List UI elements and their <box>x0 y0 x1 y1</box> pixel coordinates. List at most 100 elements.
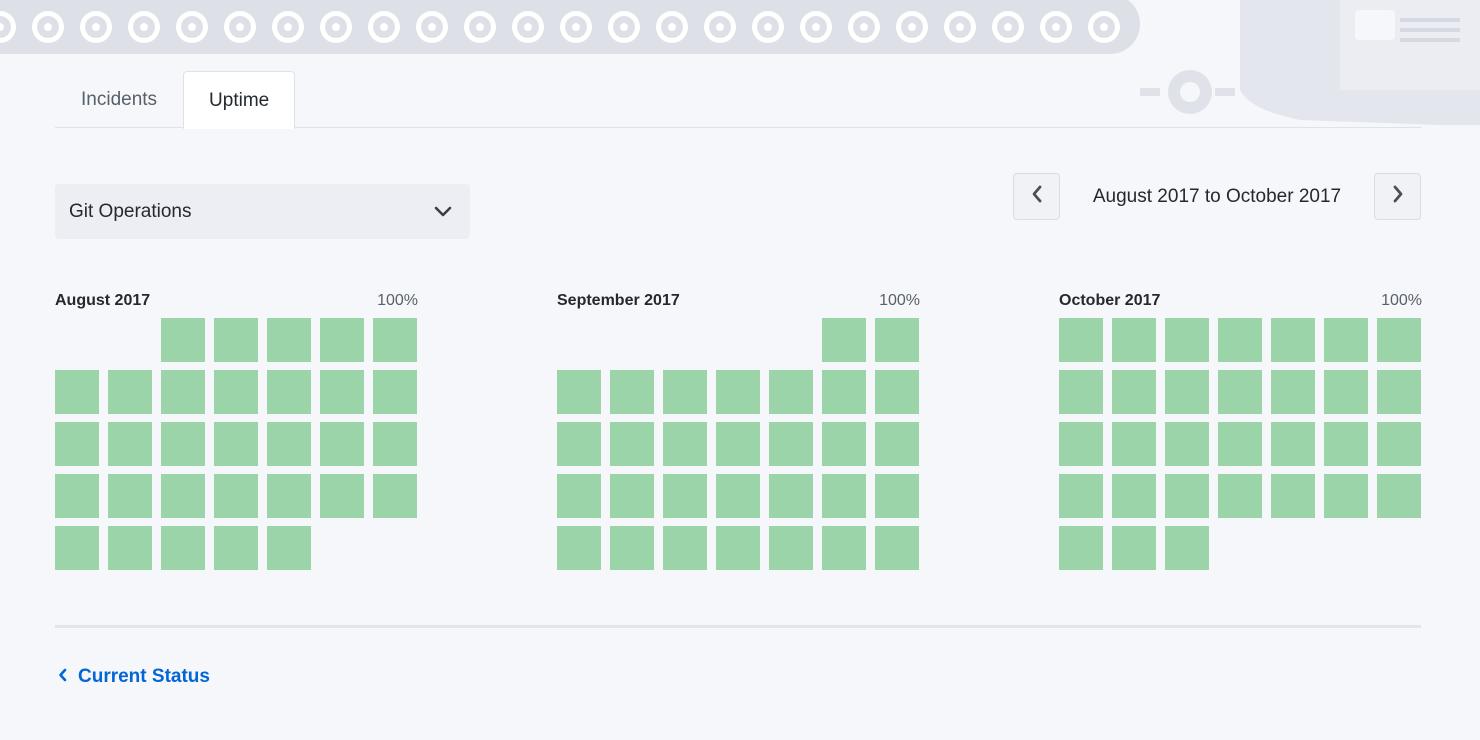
day-cell[interactable] <box>769 370 813 414</box>
day-cell[interactable] <box>373 318 417 362</box>
day-cell[interactable] <box>769 474 813 518</box>
day-cell[interactable] <box>1059 370 1103 414</box>
month-calendar-october: October 2017 100% <box>1059 290 1422 570</box>
tab-incidents[interactable]: Incidents <box>55 71 183 128</box>
day-cell[interactable] <box>1271 318 1315 362</box>
day-cell[interactable] <box>1165 370 1209 414</box>
day-cell[interactable] <box>1324 422 1368 466</box>
day-cell[interactable] <box>610 422 654 466</box>
day-cell[interactable] <box>769 422 813 466</box>
day-cell[interactable] <box>1218 422 1262 466</box>
day-cell[interactable] <box>1218 474 1262 518</box>
day-cell[interactable] <box>875 526 919 570</box>
day-cell[interactable] <box>1059 474 1103 518</box>
day-cell[interactable] <box>1218 370 1262 414</box>
day-cell[interactable] <box>55 474 99 518</box>
day-cell[interactable] <box>373 370 417 414</box>
day-cell[interactable] <box>55 422 99 466</box>
day-cell[interactable] <box>1324 370 1368 414</box>
day-cell[interactable] <box>1218 318 1262 362</box>
day-cell[interactable] <box>55 526 99 570</box>
day-cell[interactable] <box>875 422 919 466</box>
day-cell[interactable] <box>161 526 205 570</box>
day-cell[interactable] <box>1112 526 1156 570</box>
day-cell[interactable] <box>1271 370 1315 414</box>
day-cell[interactable] <box>822 474 866 518</box>
day-cell[interactable] <box>557 526 601 570</box>
day-cell[interactable] <box>1112 474 1156 518</box>
day-cell[interactable] <box>1377 318 1421 362</box>
day-cell[interactable] <box>1271 422 1315 466</box>
next-range-button[interactable] <box>1374 173 1421 220</box>
day-cell[interactable] <box>716 370 760 414</box>
day-cell[interactable] <box>161 370 205 414</box>
day-cell[interactable] <box>55 370 99 414</box>
day-cell[interactable] <box>320 422 364 466</box>
day-cell[interactable] <box>663 526 707 570</box>
day-cell[interactable] <box>373 474 417 518</box>
day-cell[interactable] <box>875 474 919 518</box>
day-cell[interactable] <box>610 526 654 570</box>
current-status-link[interactable]: Current Status <box>58 664 210 690</box>
day-cell[interactable] <box>108 370 152 414</box>
day-cell[interactable] <box>663 422 707 466</box>
day-cell[interactable] <box>108 474 152 518</box>
day-cell[interactable] <box>161 318 205 362</box>
day-cell[interactable] <box>267 370 311 414</box>
day-cell[interactable] <box>557 474 601 518</box>
day-cell[interactable] <box>1112 370 1156 414</box>
day-cell[interactable] <box>822 370 866 414</box>
day-cell[interactable] <box>214 526 258 570</box>
day-cell[interactable] <box>214 474 258 518</box>
component-select[interactable]: Git Operations <box>55 184 470 239</box>
day-cell[interactable] <box>1324 318 1368 362</box>
day-cell[interactable] <box>663 474 707 518</box>
chevron-right-icon <box>1392 185 1404 208</box>
day-cell[interactable] <box>320 474 364 518</box>
day-cell[interactable] <box>1059 422 1103 466</box>
day-cell[interactable] <box>1324 474 1368 518</box>
day-cell[interactable] <box>716 422 760 466</box>
day-cell[interactable] <box>822 318 866 362</box>
day-cell[interactable] <box>1165 474 1209 518</box>
day-cell[interactable] <box>610 370 654 414</box>
day-cell[interactable] <box>610 474 654 518</box>
day-cell[interactable] <box>1271 474 1315 518</box>
day-cell[interactable] <box>822 422 866 466</box>
previous-range-button[interactable] <box>1013 173 1060 220</box>
day-cell[interactable] <box>1377 474 1421 518</box>
day-cell[interactable] <box>557 370 601 414</box>
day-cell[interactable] <box>716 526 760 570</box>
day-cell[interactable] <box>1059 526 1103 570</box>
day-cell[interactable] <box>875 370 919 414</box>
day-cell[interactable] <box>161 422 205 466</box>
day-cell[interactable] <box>267 422 311 466</box>
day-cell[interactable] <box>320 318 364 362</box>
day-cell[interactable] <box>214 370 258 414</box>
day-cell[interactable] <box>267 318 311 362</box>
day-cell[interactable] <box>1377 370 1421 414</box>
day-cell[interactable] <box>557 422 601 466</box>
day-cell[interactable] <box>320 370 364 414</box>
day-cell[interactable] <box>1112 422 1156 466</box>
day-cell[interactable] <box>716 474 760 518</box>
day-cell[interactable] <box>1165 422 1209 466</box>
day-cell[interactable] <box>1165 526 1209 570</box>
day-cell[interactable] <box>267 474 311 518</box>
day-cell[interactable] <box>214 318 258 362</box>
day-cell[interactable] <box>822 526 866 570</box>
day-cell[interactable] <box>1112 318 1156 362</box>
day-cell[interactable] <box>108 422 152 466</box>
day-cell[interactable] <box>1165 318 1209 362</box>
day-cell[interactable] <box>1059 318 1103 362</box>
day-cell[interactable] <box>267 526 311 570</box>
day-cell[interactable] <box>373 422 417 466</box>
day-cell[interactable] <box>875 318 919 362</box>
day-cell[interactable] <box>161 474 205 518</box>
day-cell[interactable] <box>1377 422 1421 466</box>
tab-uptime[interactable]: Uptime <box>183 71 296 129</box>
day-cell[interactable] <box>663 370 707 414</box>
day-cell[interactable] <box>214 422 258 466</box>
day-cell[interactable] <box>108 526 152 570</box>
day-cell[interactable] <box>769 526 813 570</box>
